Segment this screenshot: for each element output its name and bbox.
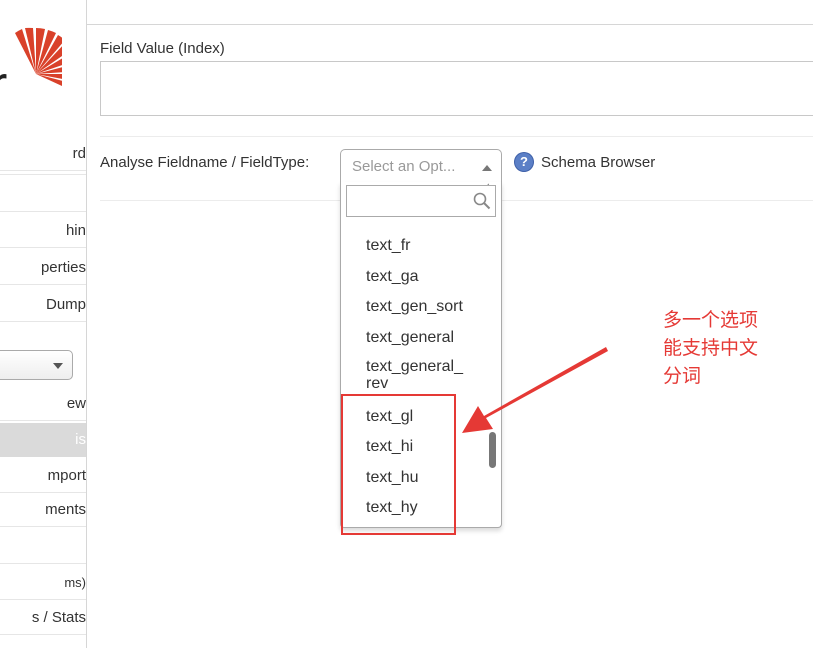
annotation-note: 多一个选项 能支持中文 分词 <box>663 309 759 387</box>
arrow-shape <box>462 347 608 433</box>
